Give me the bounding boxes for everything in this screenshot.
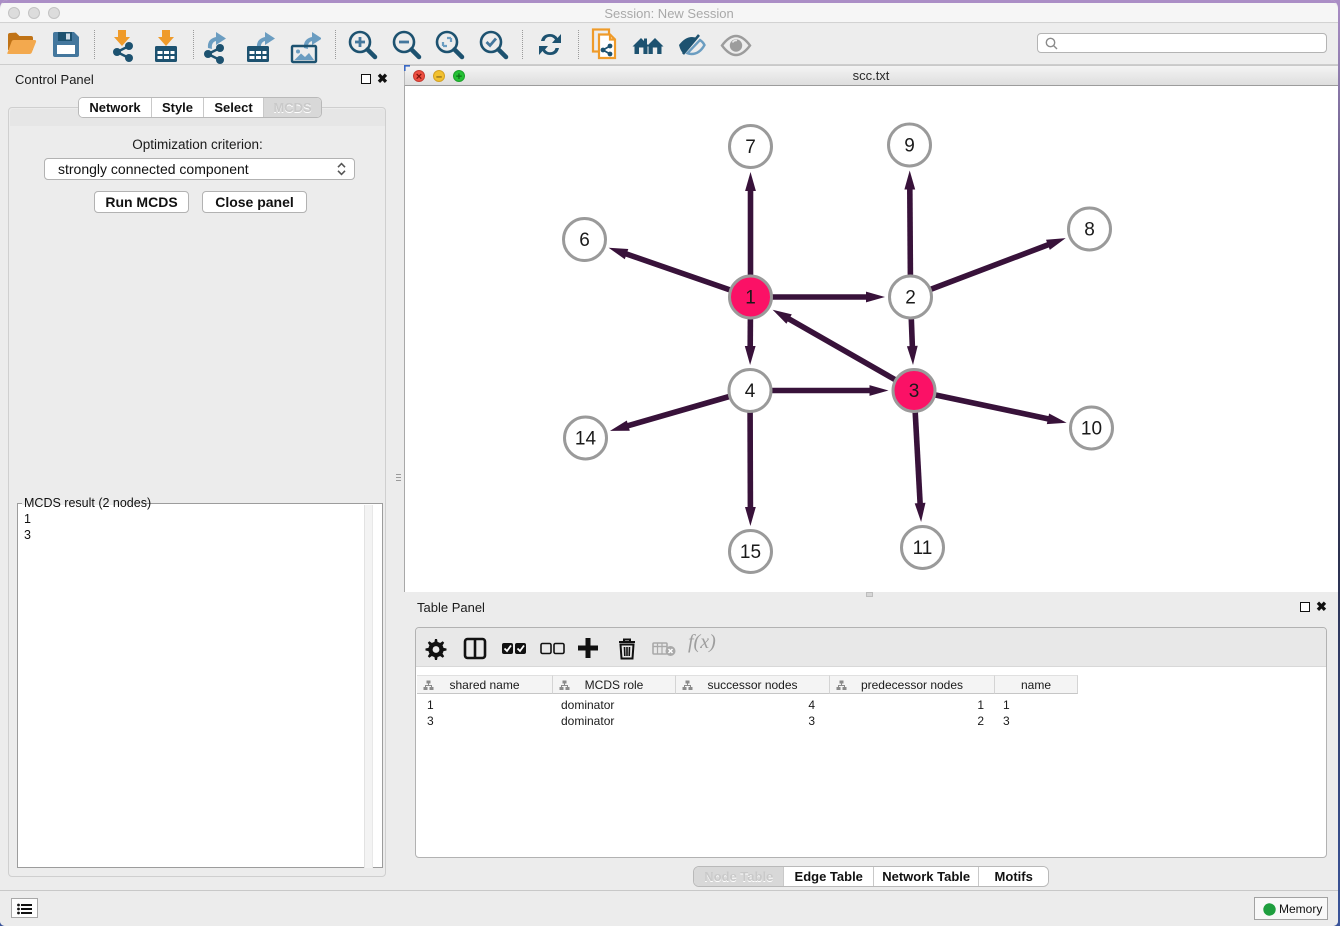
svg-text:10: 10 xyxy=(1080,419,1101,440)
svg-text:6: 6 xyxy=(579,230,590,251)
svg-text:1: 1 xyxy=(745,288,756,309)
svg-text:7: 7 xyxy=(745,137,756,158)
svg-text:11: 11 xyxy=(912,538,932,559)
svg-text:9: 9 xyxy=(904,136,915,157)
svg-text:8: 8 xyxy=(1084,220,1095,241)
svg-text:14: 14 xyxy=(574,429,596,450)
svg-text:2: 2 xyxy=(905,288,916,309)
svg-text:4: 4 xyxy=(744,381,755,402)
svg-text:3: 3 xyxy=(908,381,919,402)
svg-text:15: 15 xyxy=(739,542,760,563)
